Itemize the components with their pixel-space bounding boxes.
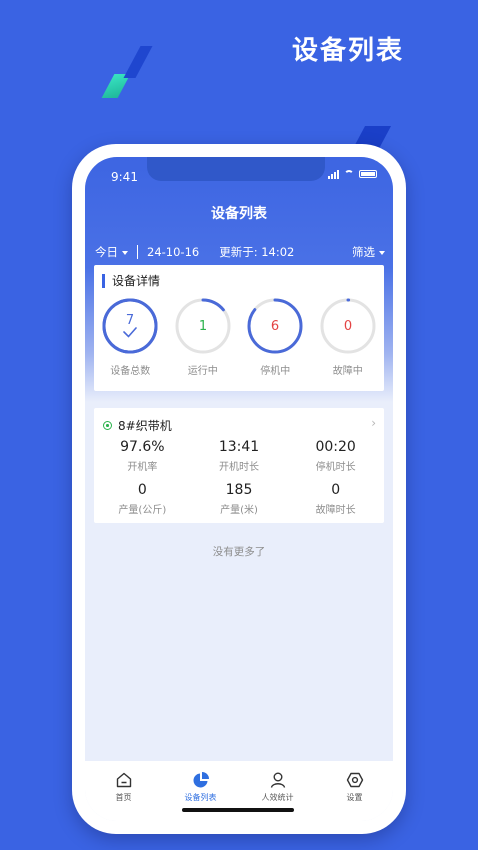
gauge-row: 7 设备总数 1 运行中 6 停机中 0 故障中 <box>94 297 384 377</box>
machine-card[interactable]: 8#织带机 › 97.6% 开机率 13:41 开机时长 00:20 停机时长 0 产量… <box>94 408 384 523</box>
decorative-stripe <box>123 46 153 78</box>
status-gauge: 6 停机中 <box>239 297 312 377</box>
stat-value: 185 <box>225 482 253 498</box>
stat-label: 开机率 <box>127 462 158 473</box>
stat-value: 0 <box>137 482 147 498</box>
person-icon <box>270 772 285 788</box>
gauge-ring: 0 <box>320 298 376 354</box>
period-label: 今日 <box>95 245 118 259</box>
machine-stats: 97.6% 开机率 13:41 开机时长 00:20 停机时长 0 产量(公斤) 185… <box>94 439 384 516</box>
tab-efficiency[interactable]: 人效统计 <box>239 761 316 821</box>
stat-item: 0 故障时长 <box>287 482 384 516</box>
status-icons <box>328 169 377 179</box>
filter-button[interactable]: 筛选 <box>352 244 385 260</box>
tab-label: 设置 <box>346 793 363 802</box>
app-screen: 9:41 设备列表 今日 24-10-16 更新于: 14:02 筛选 设备详情… <box>85 157 393 821</box>
date-label[interactable]: 24-10-16 <box>147 245 199 259</box>
gauge-ring: 7 <box>102 298 158 354</box>
gauge-value: 7 <box>126 313 134 328</box>
running-status-icon <box>103 421 112 430</box>
divider <box>137 245 138 259</box>
tab-device-list[interactable]: 设备列表 <box>162 761 239 821</box>
stat-item: 00:20 停机时长 <box>287 439 384 473</box>
stat-item: 0 产量(公斤) <box>94 482 191 516</box>
gear-icon <box>346 772 363 788</box>
device-detail-card: 设备详情 7 设备总数 1 运行中 6 停机中 0 故障中 <box>94 265 384 391</box>
period-dropdown[interactable]: 今日 <box>95 244 128 260</box>
list-end-text: 没有更多了 <box>212 546 266 558</box>
status-gauge: 7 设备总数 <box>94 297 167 377</box>
status-time: 9:41 <box>111 170 138 184</box>
stat-label: 产量(米) <box>220 505 258 516</box>
gauge-value: 1 <box>199 319 207 334</box>
wifi-icon <box>344 170 354 178</box>
stat-item: 13:41 开机时长 <box>191 439 288 473</box>
status-gauge: 1 运行中 <box>167 297 240 377</box>
tab-label: 人效统计 <box>261 793 294 802</box>
gauge-value: 6 <box>271 319 279 334</box>
filter-bar: 今日 24-10-16 更新于: 14:02 筛选 <box>95 243 385 261</box>
phone-notch <box>147 157 325 181</box>
gauge-ring: 1 <box>175 298 231 354</box>
gauge-ring: 6 <box>247 298 303 354</box>
promo-title: 设备列表 <box>291 36 404 66</box>
updated-time: 更新于: 14:02 <box>219 245 295 259</box>
caret-down-icon <box>379 250 385 255</box>
home-icon <box>116 772 131 788</box>
tab-settings[interactable]: 设置 <box>316 761 393 821</box>
machine-name: 8#织带机 <box>118 419 172 433</box>
tab-label: 设备列表 <box>184 793 217 802</box>
stat-value: 97.6% <box>120 439 165 455</box>
stat-label: 停机时长 <box>315 462 356 473</box>
battery-icon <box>359 170 377 178</box>
status-gauge: 0 故障中 <box>312 297 385 377</box>
home-indicator <box>182 808 294 812</box>
stat-value: 0 <box>331 482 341 498</box>
tab-home[interactable]: 首页 <box>85 761 162 821</box>
stat-value: 13:41 <box>218 439 260 455</box>
phone-frame: 9:41 设备列表 今日 24-10-16 更新于: 14:02 筛选 设备详情… <box>72 144 406 834</box>
stat-label: 故障时长 <box>315 505 356 516</box>
card-title: 设备详情 <box>102 274 160 288</box>
chevron-right-icon[interactable]: › <box>371 416 376 430</box>
stat-item: 185 产量(米) <box>191 482 288 516</box>
caret-down-icon <box>122 250 128 255</box>
tab-label: 首页 <box>115 793 132 802</box>
filter-label: 筛选 <box>352 245 375 259</box>
gauge-label: 故障中 <box>332 366 363 377</box>
signal-icon <box>328 169 339 179</box>
stat-label: 产量(公斤) <box>118 505 167 516</box>
gauge-value: 0 <box>344 319 352 334</box>
machine-header: 8#织带机 <box>103 417 172 434</box>
page-title: 设备列表 <box>211 206 267 222</box>
stat-item: 97.6% 开机率 <box>94 439 191 473</box>
gauge-label: 运行中 <box>187 366 218 377</box>
stat-value: 00:20 <box>315 439 356 455</box>
pie-chart-icon <box>193 772 209 788</box>
bottom-tab-bar: 首页 设备列表 人效统计 设置 <box>85 761 393 821</box>
gauge-label: 设备总数 <box>110 366 151 377</box>
gauge-label: 停机中 <box>260 366 291 377</box>
stat-label: 开机时长 <box>218 462 259 473</box>
checkmark-icon <box>123 327 138 338</box>
